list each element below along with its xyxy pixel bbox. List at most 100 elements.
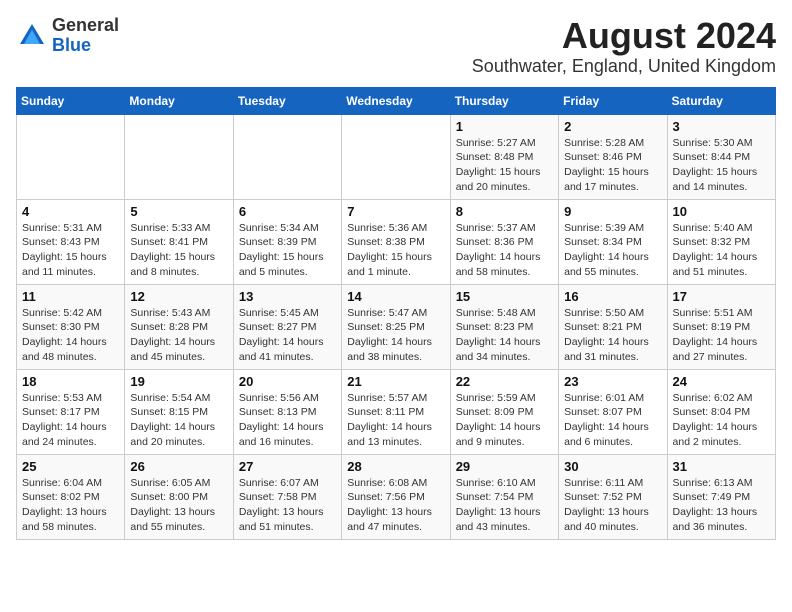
- logo-blue: Blue: [52, 36, 119, 56]
- calendar-cell: 14 Sunrise: 5:47 AMSunset: 8:25 PMDayligh…: [342, 284, 450, 369]
- header-thursday: Thursday: [450, 87, 558, 114]
- day-info: Sunrise: 5:34 AMSunset: 8:39 PMDaylight:…: [239, 221, 336, 280]
- calendar-cell: 15Sunrise: 5:48 AMSunset: 8:23 PMDayligh…: [450, 284, 558, 369]
- day-number: 28: [347, 459, 444, 474]
- calendar-title: August 2024: [472, 16, 776, 56]
- day-number: 13: [239, 289, 336, 304]
- header-saturday: Saturday: [667, 87, 775, 114]
- calendar-cell: 5Sunrise: 5:33 AMSunset: 8:41 PMDaylight…: [125, 199, 233, 284]
- day-number: 7: [347, 204, 444, 219]
- calendar-cell: 31 Sunrise: 6:13 AMSunset: 7:49 PMDayligh…: [667, 454, 775, 539]
- day-number: 12: [130, 289, 227, 304]
- day-number: 25: [22, 459, 119, 474]
- calendar-table: SundayMondayTuesdayWednesdayThursdayFrid…: [16, 87, 776, 540]
- header-wednesday: Wednesday: [342, 87, 450, 114]
- header-monday: Monday: [125, 87, 233, 114]
- day-info: Sunrise: 5:37 AMSunset: 8:36 PMDaylight:…: [456, 221, 553, 280]
- calendar-week-row: 18 Sunrise: 5:53 AMSunset: 8:17 PMDayligh…: [17, 369, 776, 454]
- day-info: Sunrise: 5:40 AMSunset: 8:32 PMDaylight:…: [673, 221, 770, 280]
- day-number: 4: [22, 204, 119, 219]
- day-number: 2: [564, 119, 661, 134]
- calendar-cell: 16 Sunrise: 5:50 AMSunset: 8:21 PMDayligh…: [559, 284, 667, 369]
- day-number: 18: [22, 374, 119, 389]
- calendar-cell: 13Sunrise: 5:45 AMSunset: 8:27 PMDayligh…: [233, 284, 341, 369]
- day-number: 9: [564, 204, 661, 219]
- day-number: 15: [456, 289, 553, 304]
- day-number: 31: [673, 459, 770, 474]
- day-number: 30: [564, 459, 661, 474]
- calendar-week-row: 11 Sunrise: 5:42 AMSunset: 8:30 PMDayligh…: [17, 284, 776, 369]
- day-info: Sunrise: 6:11 AMSunset: 7:52 PMDaylight:…: [564, 476, 661, 535]
- calendar-cell: 22 Sunrise: 5:59 AMSunset: 8:09 PMDayligh…: [450, 369, 558, 454]
- calendar-cell: 27 Sunrise: 6:07 AMSunset: 7:58 PMDayligh…: [233, 454, 341, 539]
- day-info: Sunrise: 5:53 AMSunset: 8:17 PMDaylight:…: [22, 391, 119, 450]
- calendar-subtitle: Southwater, England, United Kingdom: [472, 56, 776, 77]
- calendar-cell: 9Sunrise: 5:39 AMSunset: 8:34 PMDaylight…: [559, 199, 667, 284]
- calendar-cell: 26Sunrise: 6:05 AMSunset: 8:00 PMDayligh…: [125, 454, 233, 539]
- day-number: 11: [22, 289, 119, 304]
- title-block: August 2024 Southwater, England, United …: [472, 16, 776, 77]
- calendar-cell: 25Sunrise: 6:04 AMSunset: 8:02 PMDayligh…: [17, 454, 125, 539]
- day-number: 27: [239, 459, 336, 474]
- day-number: 16: [564, 289, 661, 304]
- page-header: General Blue August 2024 Southwater, Eng…: [16, 16, 776, 77]
- day-info: Sunrise: 6:07 AMSunset: 7:58 PMDaylight:…: [239, 476, 336, 535]
- logo-text: General Blue: [52, 16, 119, 56]
- header-tuesday: Tuesday: [233, 87, 341, 114]
- day-number: 21: [347, 374, 444, 389]
- calendar-cell: 8Sunrise: 5:37 AMSunset: 8:36 PMDaylight…: [450, 199, 558, 284]
- calendar-cell: 12 Sunrise: 5:43 AMSunset: 8:28 PMDayligh…: [125, 284, 233, 369]
- day-number: 22: [456, 374, 553, 389]
- calendar-cell: 4Sunrise: 5:31 AMSunset: 8:43 PMDaylight…: [17, 199, 125, 284]
- day-info: Sunrise: 5:28 AMSunset: 8:46 PMDaylight:…: [564, 136, 661, 195]
- calendar-cell: 28 Sunrise: 6:08 AMSunset: 7:56 PMDayligh…: [342, 454, 450, 539]
- day-number: 29: [456, 459, 553, 474]
- day-number: 14: [347, 289, 444, 304]
- day-number: 26: [130, 459, 227, 474]
- calendar-cell: 10 Sunrise: 5:40 AMSunset: 8:32 PMDayligh…: [667, 199, 775, 284]
- calendar-cell: [342, 114, 450, 199]
- calendar-cell: 18 Sunrise: 5:53 AMSunset: 8:17 PMDayligh…: [17, 369, 125, 454]
- day-info: Sunrise: 5:36 AMSunset: 8:38 PMDaylight:…: [347, 221, 444, 280]
- calendar-cell: 20Sunrise: 5:56 AMSunset: 8:13 PMDayligh…: [233, 369, 341, 454]
- calendar-cell: 30 Sunrise: 6:11 AMSunset: 7:52 PMDayligh…: [559, 454, 667, 539]
- calendar-cell: [17, 114, 125, 199]
- day-info: Sunrise: 6:13 AMSunset: 7:49 PMDaylight:…: [673, 476, 770, 535]
- day-number: 19: [130, 374, 227, 389]
- logo: General Blue: [16, 16, 119, 56]
- calendar-cell: 1Sunrise: 5:27 AMSunset: 8:48 PMDaylight…: [450, 114, 558, 199]
- day-info: Sunrise: 6:10 AMSunset: 7:54 PMDaylight:…: [456, 476, 553, 535]
- calendar-cell: 23 Sunrise: 6:01 AMSunset: 8:07 PMDayligh…: [559, 369, 667, 454]
- header-sunday: Sunday: [17, 87, 125, 114]
- day-info: Sunrise: 5:59 AMSunset: 8:09 PMDaylight:…: [456, 391, 553, 450]
- day-info: Sunrise: 5:27 AMSunset: 8:48 PMDaylight:…: [456, 136, 553, 195]
- day-number: 20: [239, 374, 336, 389]
- calendar-cell: 24Sunrise: 6:02 AMSunset: 8:04 PMDayligh…: [667, 369, 775, 454]
- day-info: Sunrise: 5:47 AMSunset: 8:25 PMDaylight:…: [347, 306, 444, 365]
- day-number: 24: [673, 374, 770, 389]
- day-number: 3: [673, 119, 770, 134]
- day-info: Sunrise: 5:42 AMSunset: 8:30 PMDaylight:…: [22, 306, 119, 365]
- header-friday: Friday: [559, 87, 667, 114]
- day-number: 10: [673, 204, 770, 219]
- day-info: Sunrise: 6:01 AMSunset: 8:07 PMDaylight:…: [564, 391, 661, 450]
- calendar-cell: 17Sunrise: 5:51 AMSunset: 8:19 PMDayligh…: [667, 284, 775, 369]
- calendar-cell: 29 Sunrise: 6:10 AMSunset: 7:54 PMDayligh…: [450, 454, 558, 539]
- calendar-cell: 11 Sunrise: 5:42 AMSunset: 8:30 PMDayligh…: [17, 284, 125, 369]
- day-info: Sunrise: 6:08 AMSunset: 7:56 PMDaylight:…: [347, 476, 444, 535]
- day-number: 23: [564, 374, 661, 389]
- day-info: Sunrise: 5:30 AMSunset: 8:44 PMDaylight:…: [673, 136, 770, 195]
- day-info: Sunrise: 5:33 AMSunset: 8:41 PMDaylight:…: [130, 221, 227, 280]
- day-info: Sunrise: 5:54 AMSunset: 8:15 PMDaylight:…: [130, 391, 227, 450]
- day-info: Sunrise: 5:43 AMSunset: 8:28 PMDaylight:…: [130, 306, 227, 365]
- calendar-cell: 3 Sunrise: 5:30 AMSunset: 8:44 PMDaylight…: [667, 114, 775, 199]
- day-number: 6: [239, 204, 336, 219]
- calendar-week-row: 25Sunrise: 6:04 AMSunset: 8:02 PMDayligh…: [17, 454, 776, 539]
- day-info: Sunrise: 5:50 AMSunset: 8:21 PMDaylight:…: [564, 306, 661, 365]
- calendar-cell: 19 Sunrise: 5:54 AMSunset: 8:15 PMDayligh…: [125, 369, 233, 454]
- calendar-cell: 6 Sunrise: 5:34 AMSunset: 8:39 PMDaylight…: [233, 199, 341, 284]
- calendar-cell: [233, 114, 341, 199]
- calendar-cell: [125, 114, 233, 199]
- day-info: Sunrise: 5:51 AMSunset: 8:19 PMDaylight:…: [673, 306, 770, 365]
- logo-general: General: [52, 16, 119, 36]
